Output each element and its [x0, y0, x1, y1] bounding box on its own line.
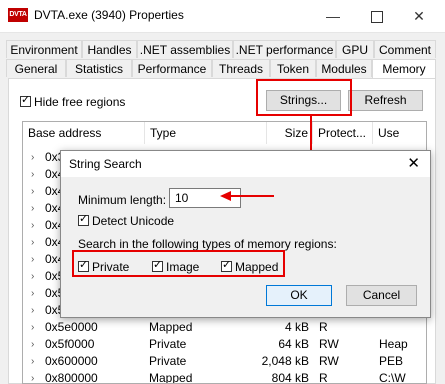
- cell-type: Private: [149, 337, 187, 351]
- minimize-button[interactable]: —: [318, 6, 348, 26]
- tab-threads[interactable]: Threads: [212, 59, 270, 77]
- expand-chevron-icon[interactable]: ›: [31, 268, 34, 285]
- tab-comment[interactable]: Comment: [374, 40, 436, 58]
- window-titlebar: DVTA DVTA.exe (3940) Properties — ✕: [0, 0, 445, 33]
- app-icon: DVTA: [8, 8, 28, 22]
- private-label: Private: [92, 259, 130, 274]
- maximize-icon: [371, 11, 383, 24]
- highlight-connector-line: [310, 116, 312, 152]
- close-button[interactable]: ✕: [404, 6, 434, 26]
- dialog-title: String Search: [69, 157, 142, 171]
- expand-chevron-icon[interactable]: ›: [31, 336, 34, 353]
- dialog-titlebar: String Search ✕: [61, 151, 430, 177]
- tab-net-assemblies[interactable]: .NET assemblies: [137, 40, 233, 58]
- window-title: DVTA.exe (3940) Properties: [34, 8, 184, 22]
- tab-performance[interactable]: Performance: [132, 59, 212, 77]
- checkbox-box[interactable]: ✓: [20, 94, 31, 108]
- column-header-use[interactable]: Use: [373, 122, 426, 144]
- image-label: Image: [166, 259, 200, 274]
- search-types-label: Search in the following types of memory …: [78, 237, 337, 251]
- dialog-close-icon[interactable]: ✕: [407, 154, 420, 172]
- expand-chevron-icon[interactable]: ›: [31, 149, 34, 166]
- detect-unicode-checkbox[interactable]: ✓ Detect Unicode: [78, 213, 174, 228]
- column-header-size[interactable]: Size: [267, 122, 313, 144]
- checkbox-box[interactable]: ✓: [78, 259, 89, 273]
- checkbox-box[interactable]: ✓: [78, 213, 89, 227]
- column-header-protect[interactable]: Protect...: [313, 122, 373, 144]
- cancel-button[interactable]: Cancel: [346, 285, 417, 306]
- mapped-label: Mapped: [235, 259, 279, 274]
- hide-free-regions-label: Hide free regions: [34, 94, 126, 109]
- cell-size: 4 kB: [284, 320, 309, 334]
- private-checkbox[interactable]: ✓ Private: [78, 259, 129, 274]
- cell-type: Mapped: [149, 320, 193, 334]
- cell-protect: R: [319, 371, 328, 384]
- cell-protect: RW: [319, 354, 339, 368]
- expand-chevron-icon[interactable]: ›: [31, 166, 34, 183]
- table-row[interactable]: › 0x600000 Private 2,048 kB RW PEB: [23, 353, 426, 370]
- cell-type: Mapped: [149, 371, 193, 384]
- expand-chevron-icon[interactable]: ›: [31, 302, 34, 319]
- checkmark-icon: ✓: [153, 259, 163, 272]
- table-row[interactable]: › 0x800000 Mapped 804 kB R C:\W: [23, 370, 426, 384]
- checkmark-icon: ✓: [79, 259, 89, 272]
- cell-size: 804 kB: [271, 371, 309, 384]
- table-row[interactable]: › 0x5e0000 Mapped 4 kB R: [23, 319, 426, 336]
- checkmark-icon: ✓: [222, 259, 232, 272]
- tab-general[interactable]: General: [6, 59, 66, 77]
- expand-chevron-icon[interactable]: ›: [31, 353, 34, 370]
- cell-size: 64 kB: [278, 337, 309, 351]
- detect-unicode-label: Detect Unicode: [92, 213, 175, 228]
- cell-use: Heap: [379, 337, 408, 351]
- expand-chevron-icon[interactable]: ›: [31, 183, 34, 200]
- cell-protect: R: [319, 320, 328, 334]
- ok-button[interactable]: OK: [266, 285, 332, 306]
- min-length-label: Minimum length:: [78, 193, 167, 207]
- tab-token[interactable]: Token: [270, 59, 316, 77]
- cell-use: PEB: [379, 354, 404, 368]
- tab-gpu[interactable]: GPU: [336, 40, 374, 58]
- cell-base-address: 0x800000: [45, 371, 98, 384]
- table-row[interactable]: › 0x5f0000 Private 64 kB RW Heap: [23, 336, 426, 353]
- refresh-button[interactable]: Refresh: [348, 90, 423, 111]
- cell-use: C:\W: [379, 371, 406, 384]
- expand-chevron-icon[interactable]: ›: [31, 251, 34, 268]
- column-header-type[interactable]: Type: [145, 122, 267, 144]
- column-header-base-address[interactable]: Base address: [23, 122, 145, 144]
- expand-chevron-icon[interactable]: ›: [31, 319, 34, 336]
- mapped-checkbox[interactable]: ✓ Mapped: [221, 259, 278, 274]
- tab-handles[interactable]: Handles: [82, 40, 137, 58]
- cell-base-address: 0x600000: [45, 354, 98, 368]
- checkmark-icon: ✓: [21, 94, 31, 107]
- tab-net-performance[interactable]: .NET performance: [233, 40, 336, 58]
- expand-chevron-icon[interactable]: ›: [31, 285, 34, 302]
- expand-chevron-icon[interactable]: ›: [31, 370, 34, 383]
- checkbox-box[interactable]: ✓: [221, 259, 232, 273]
- tab-statistics[interactable]: Statistics: [66, 59, 132, 77]
- tab-modules[interactable]: Modules: [316, 59, 372, 77]
- expand-chevron-icon[interactable]: ›: [31, 217, 34, 234]
- tab-environment[interactable]: Environment: [6, 40, 82, 58]
- expand-chevron-icon[interactable]: ›: [31, 234, 34, 251]
- cell-type: Private: [149, 354, 187, 368]
- cell-size: 2,048 kB: [261, 354, 309, 368]
- expand-chevron-icon[interactable]: ›: [31, 200, 34, 217]
- cell-protect: RW: [319, 337, 339, 351]
- image-checkbox[interactable]: ✓ Image: [152, 259, 199, 274]
- min-length-arrow-icon: [220, 191, 274, 201]
- cell-base-address: 0x5f0000: [45, 337, 95, 351]
- string-search-dialog: String Search ✕ Minimum length: 10 ✓ Dete…: [60, 150, 431, 318]
- tab-memory[interactable]: Memory: [372, 59, 436, 79]
- checkmark-icon: ✓: [79, 213, 89, 226]
- cell-base-address: 0x5e0000: [45, 320, 98, 334]
- strings-button[interactable]: Strings...: [266, 90, 341, 111]
- maximize-button[interactable]: [362, 6, 392, 26]
- checkbox-box[interactable]: ✓: [152, 259, 163, 273]
- hide-free-regions-checkbox[interactable]: ✓ Hide free regions: [20, 94, 125, 109]
